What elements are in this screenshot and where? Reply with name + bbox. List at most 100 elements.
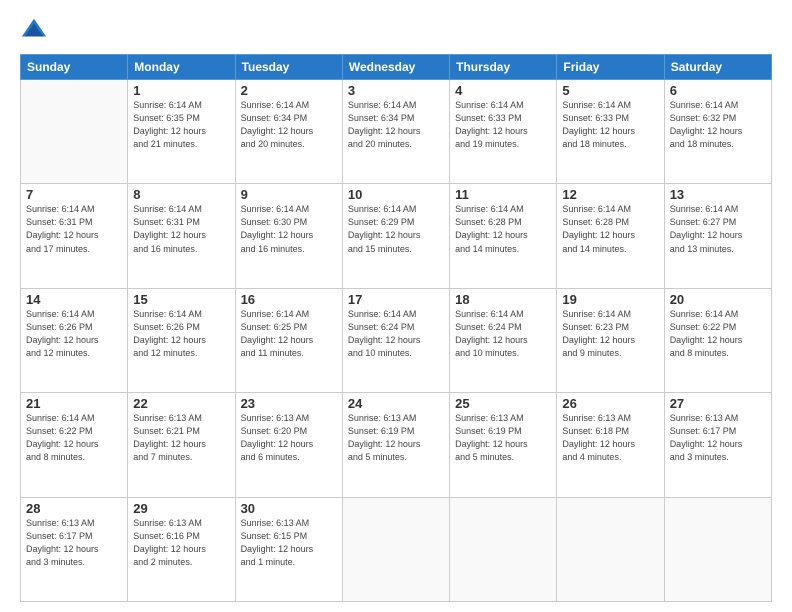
calendar-cell: 4Sunrise: 6:14 AM Sunset: 6:33 PM Daylig… [450,80,557,184]
calendar-week-row: 28Sunrise: 6:13 AM Sunset: 6:17 PM Dayli… [21,497,772,601]
day-info: Sunrise: 6:14 AM Sunset: 6:29 PM Dayligh… [348,203,444,255]
calendar-cell: 22Sunrise: 6:13 AM Sunset: 6:21 PM Dayli… [128,393,235,497]
day-number: 12 [562,187,658,202]
day-number: 21 [26,396,122,411]
day-number: 2 [241,83,337,98]
calendar-cell: 2Sunrise: 6:14 AM Sunset: 6:34 PM Daylig… [235,80,342,184]
day-number: 4 [455,83,551,98]
calendar-cell: 25Sunrise: 6:13 AM Sunset: 6:19 PM Dayli… [450,393,557,497]
day-number: 27 [670,396,766,411]
day-info: Sunrise: 6:14 AM Sunset: 6:32 PM Dayligh… [670,99,766,151]
calendar-cell: 18Sunrise: 6:14 AM Sunset: 6:24 PM Dayli… [450,288,557,392]
calendar-cell [450,497,557,601]
day-info: Sunrise: 6:14 AM Sunset: 6:28 PM Dayligh… [562,203,658,255]
day-number: 23 [241,396,337,411]
day-info: Sunrise: 6:14 AM Sunset: 6:25 PM Dayligh… [241,308,337,360]
day-info: Sunrise: 6:14 AM Sunset: 6:31 PM Dayligh… [26,203,122,255]
day-info: Sunrise: 6:13 AM Sunset: 6:17 PM Dayligh… [670,412,766,464]
calendar-cell [557,497,664,601]
weekday-header: Wednesday [342,55,449,80]
day-info: Sunrise: 6:13 AM Sunset: 6:19 PM Dayligh… [455,412,551,464]
day-info: Sunrise: 6:14 AM Sunset: 6:30 PM Dayligh… [241,203,337,255]
day-info: Sunrise: 6:13 AM Sunset: 6:17 PM Dayligh… [26,517,122,569]
day-number: 11 [455,187,551,202]
calendar-cell [342,497,449,601]
calendar-cell: 10Sunrise: 6:14 AM Sunset: 6:29 PM Dayli… [342,184,449,288]
calendar-cell: 13Sunrise: 6:14 AM Sunset: 6:27 PM Dayli… [664,184,771,288]
calendar-cell: 30Sunrise: 6:13 AM Sunset: 6:15 PM Dayli… [235,497,342,601]
day-number: 6 [670,83,766,98]
day-number: 29 [133,501,229,516]
day-number: 24 [348,396,444,411]
day-info: Sunrise: 6:13 AM Sunset: 6:21 PM Dayligh… [133,412,229,464]
weekday-header: Monday [128,55,235,80]
day-number: 15 [133,292,229,307]
calendar-cell: 11Sunrise: 6:14 AM Sunset: 6:28 PM Dayli… [450,184,557,288]
calendar-cell: 1Sunrise: 6:14 AM Sunset: 6:35 PM Daylig… [128,80,235,184]
calendar-cell: 28Sunrise: 6:13 AM Sunset: 6:17 PM Dayli… [21,497,128,601]
day-number: 7 [26,187,122,202]
weekday-header: Tuesday [235,55,342,80]
day-info: Sunrise: 6:14 AM Sunset: 6:26 PM Dayligh… [133,308,229,360]
weekday-row: SundayMondayTuesdayWednesdayThursdayFrid… [21,55,772,80]
day-info: Sunrise: 6:14 AM Sunset: 6:24 PM Dayligh… [455,308,551,360]
day-number: 10 [348,187,444,202]
calendar-week-row: 1Sunrise: 6:14 AM Sunset: 6:35 PM Daylig… [21,80,772,184]
day-info: Sunrise: 6:14 AM Sunset: 6:23 PM Dayligh… [562,308,658,360]
calendar-cell: 6Sunrise: 6:14 AM Sunset: 6:32 PM Daylig… [664,80,771,184]
calendar-cell: 15Sunrise: 6:14 AM Sunset: 6:26 PM Dayli… [128,288,235,392]
day-info: Sunrise: 6:13 AM Sunset: 6:15 PM Dayligh… [241,517,337,569]
calendar-cell: 21Sunrise: 6:14 AM Sunset: 6:22 PM Dayli… [21,393,128,497]
calendar-cell: 14Sunrise: 6:14 AM Sunset: 6:26 PM Dayli… [21,288,128,392]
page: SundayMondayTuesdayWednesdayThursdayFrid… [0,0,792,612]
calendar-cell: 8Sunrise: 6:14 AM Sunset: 6:31 PM Daylig… [128,184,235,288]
calendar: SundayMondayTuesdayWednesdayThursdayFrid… [20,54,772,602]
calendar-cell: 19Sunrise: 6:14 AM Sunset: 6:23 PM Dayli… [557,288,664,392]
day-info: Sunrise: 6:14 AM Sunset: 6:28 PM Dayligh… [455,203,551,255]
day-info: Sunrise: 6:14 AM Sunset: 6:33 PM Dayligh… [455,99,551,151]
calendar-header: SundayMondayTuesdayWednesdayThursdayFrid… [21,55,772,80]
calendar-cell: 3Sunrise: 6:14 AM Sunset: 6:34 PM Daylig… [342,80,449,184]
day-info: Sunrise: 6:14 AM Sunset: 6:33 PM Dayligh… [562,99,658,151]
day-number: 30 [241,501,337,516]
day-number: 20 [670,292,766,307]
day-info: Sunrise: 6:14 AM Sunset: 6:31 PM Dayligh… [133,203,229,255]
calendar-cell: 5Sunrise: 6:14 AM Sunset: 6:33 PM Daylig… [557,80,664,184]
weekday-header: Sunday [21,55,128,80]
calendar-cell: 9Sunrise: 6:14 AM Sunset: 6:30 PM Daylig… [235,184,342,288]
calendar-cell [664,497,771,601]
day-info: Sunrise: 6:13 AM Sunset: 6:19 PM Dayligh… [348,412,444,464]
calendar-week-row: 7Sunrise: 6:14 AM Sunset: 6:31 PM Daylig… [21,184,772,288]
day-number: 14 [26,292,122,307]
calendar-cell: 27Sunrise: 6:13 AM Sunset: 6:17 PM Dayli… [664,393,771,497]
day-number: 8 [133,187,229,202]
day-info: Sunrise: 6:14 AM Sunset: 6:35 PM Dayligh… [133,99,229,151]
day-number: 18 [455,292,551,307]
weekday-header: Saturday [664,55,771,80]
weekday-header: Friday [557,55,664,80]
day-number: 1 [133,83,229,98]
day-number: 13 [670,187,766,202]
logo-icon [20,16,48,44]
day-info: Sunrise: 6:14 AM Sunset: 6:22 PM Dayligh… [670,308,766,360]
day-info: Sunrise: 6:13 AM Sunset: 6:20 PM Dayligh… [241,412,337,464]
day-number: 9 [241,187,337,202]
calendar-week-row: 14 Sunrise: 6:14 AM Sunset: 6:26 PM Dayli… [21,288,772,392]
logo [20,16,52,44]
day-number: 3 [348,83,444,98]
day-info: Sunrise: 6:14 AM Sunset: 6:34 PM Dayligh… [348,99,444,151]
day-info: Sunrise: 6:13 AM Sunset: 6:18 PM Dayligh… [562,412,658,464]
day-number: 26 [562,396,658,411]
calendar-cell: 17Sunrise: 6:14 AM Sunset: 6:24 PM Dayli… [342,288,449,392]
calendar-cell [21,80,128,184]
day-number: 28 [26,501,122,516]
calendar-cell: 26Sunrise: 6:13 AM Sunset: 6:18 PM Dayli… [557,393,664,497]
header [20,16,772,44]
day-info: Sunrise: 6:14 AM Sunset: 6:22 PM Dayligh… [26,412,122,464]
day-info: Sunrise: 6:14 AM Sunset: 6:24 PM Dayligh… [348,308,444,360]
day-number: 17 [348,292,444,307]
day-number: 5 [562,83,658,98]
calendar-cell: 20Sunrise: 6:14 AM Sunset: 6:22 PM Dayli… [664,288,771,392]
day-number: 25 [455,396,551,411]
weekday-header: Thursday [450,55,557,80]
